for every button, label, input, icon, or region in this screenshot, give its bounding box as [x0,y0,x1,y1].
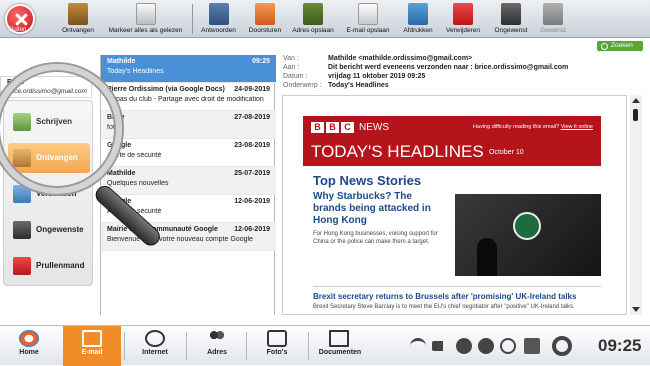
volume-down-icon[interactable] [456,338,472,354]
volume-up-icon[interactable] [478,338,494,354]
taskbar-divider [186,332,187,360]
search-bar: Zoeken [98,40,643,52]
contacts-icon [207,330,227,347]
taskbar-contacts[interactable]: Adres [188,326,246,366]
taskbar-home[interactable]: Home [0,326,58,366]
bbc-note: Having difficulty reading this email? Vi… [473,124,593,130]
preview-scrollbar[interactable] [630,95,642,315]
toolbar-mark-read-button[interactable]: Markeer alles als gelezen [103,3,188,37]
search-button[interactable]: Zoeken [597,41,643,51]
message-row[interactable]: Brice 27-08-2019 foto [101,111,276,139]
close-label: Sluiten [8,27,27,33]
bbc-news-label: NEWS [359,122,389,133]
trash-icon [13,257,31,275]
sidebar-item-trash[interactable]: Prullenmand [8,251,90,281]
email-icon [82,330,102,347]
message-row[interactable]: Mathilde 25-07-2019 Quelques nouvelles [101,167,276,195]
message-preview: BBC NEWS Having difficulty reading this … [282,95,627,315]
story-image[interactable] [455,194,601,276]
divider [313,286,601,287]
scroll-up-icon[interactable] [632,98,640,103]
inbox-icon [68,3,88,25]
save-mail-icon [358,3,378,25]
taskbar-documents[interactable]: Documenten [310,326,370,366]
header-subject: Onderwerp : Today's Headlines [283,82,389,89]
toolbar-save-address-button[interactable]: Adres opslaan [289,3,337,37]
scroll-down-icon[interactable] [632,307,640,312]
toolbar-divider [192,4,193,34]
support-icon[interactable] [552,336,572,356]
camera-icon [267,330,287,347]
taskbar-divider [308,332,309,360]
taskbar-divider [124,332,125,360]
bbc-logo: BBC [311,122,354,133]
toolbar: Sluiten Ontvangen Markeer alles als gele… [0,0,650,38]
toolbar-save-mail-button[interactable]: E-mail opslaan [341,3,395,37]
taskbar-photos[interactable]: Foto's [248,326,306,366]
headline-date: October 10 [489,149,524,156]
junk-icon [13,221,31,239]
toolbar-wanted-button[interactable]: Gewenst [535,3,571,37]
home-icon [19,330,39,347]
toolbar-reply-button[interactable]: Antwoorden [196,3,241,37]
forward-icon [255,3,275,25]
starbucks-logo-icon [513,212,541,240]
taskbar: Home E-mail Internet Adres Foto's Docume… [0,325,650,366]
clock: 09:25 [598,336,642,355]
toolbar-print-button[interactable]: Afdrukken [398,3,438,37]
bbc-banner: BBC NEWS Having difficulty reading this … [303,116,601,166]
print-icon [408,3,428,25]
taskbar-divider [246,332,247,360]
toolbar-forward-button[interactable]: Doorsturen [245,3,285,37]
documents-icon [329,330,349,347]
wifi-icon[interactable] [410,338,426,354]
battery-icon[interactable] [432,341,448,351]
toolbar-junk-button[interactable]: Ongewenst [489,3,533,37]
header-to: Aan : Dit bericht werd eveneens verzonden… [283,64,569,71]
message-row[interactable]: Mathilde 09:25 Today's Headlines [101,55,276,83]
brexit-text: Brexit Secretary Steve Barclay is to mee… [313,304,575,310]
message-list: Mathilde 09:25 Today's Headlines Pierre … [100,55,276,315]
headline-title: TODAY'S HEADLINES [311,142,484,161]
reply-icon [208,3,229,25]
taskbar-email[interactable]: E-mail [63,326,121,366]
globe-icon [145,330,165,347]
help-icon[interactable] [500,338,516,354]
message-row[interactable]: Google 23-08-2019 Alerte de sécurité [101,139,276,167]
trash-icon[interactable] [524,338,540,354]
story-text: For Hong Kong businesses, voicing suppor… [313,231,438,245]
wanted-icon [543,3,563,25]
sidebar-item-junk[interactable]: Ongewenste [8,215,90,245]
mark-read-icon [135,3,156,25]
taskbar-internet[interactable]: Internet [126,326,184,366]
toolbar-delete-button[interactable]: Verwijderen [441,3,485,37]
address-book-icon [303,3,323,25]
view-online-link[interactable]: View it online [561,124,593,130]
trash-icon [453,3,473,25]
header-date: Datum : vrijdag 11 oktober 2019 09:25 [283,73,426,80]
junk-icon [501,3,521,25]
section-title: Top News Stories [313,173,422,188]
brexit-link[interactable]: Brexit secretary returns to Brussels aft… [313,292,576,301]
person-silhouette-icon [477,238,497,276]
message-header: Van : Mathilde <mathilde.ordissimo@gmail.… [283,54,643,92]
toolbar-inbox-button[interactable]: Ontvangen [58,3,98,37]
message-row[interactable]: Pierre Ordissimo (via Google Docs) 24-09… [101,83,276,111]
story-link[interactable]: Why Starbucks? The brands being attacked… [313,191,448,227]
header-from: Van : Mathilde <mathilde.ordissimo@gmail.… [283,55,473,62]
scroll-thumb[interactable] [633,109,638,121]
